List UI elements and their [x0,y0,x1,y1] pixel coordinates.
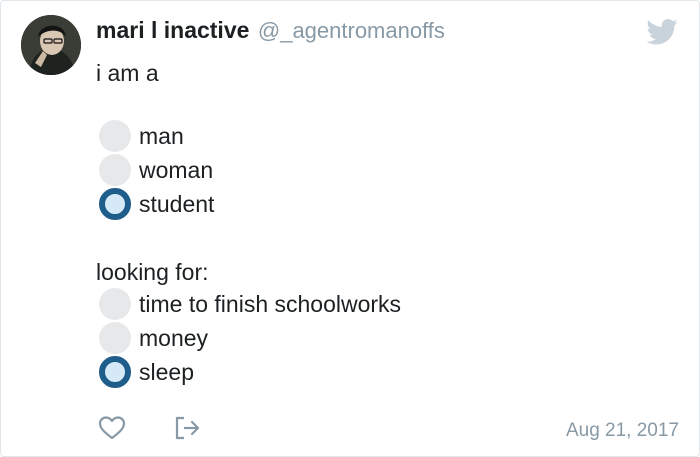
radio-unchecked-icon [99,120,131,152]
radio-unchecked-icon [99,322,131,354]
tweet-header: mari l inactive @_agentromanoffs [96,17,445,44]
tweet-card: mari l inactive @_agentromanoffs i am a … [0,0,700,457]
display-name[interactable]: mari l inactive [96,17,249,43]
poll-option-time: time to finish schoolworks [99,287,401,321]
avatar[interactable] [21,15,81,75]
poll-option-money: money [99,321,208,355]
radio-checked-icon [99,188,131,220]
option-label: woman [139,156,214,183]
option-label: man [139,122,184,149]
tweet-text-intro: i am a [96,60,159,86]
option-label: money [139,324,209,351]
twitter-bird-icon[interactable] [646,19,678,45]
user-handle[interactable]: @_agentromanoffs [258,18,445,43]
tweet-text-section: looking for: [96,259,209,285]
share-icon[interactable] [174,415,202,441]
radio-unchecked-icon [99,288,131,320]
tweet-date[interactable]: Aug 21, 2017 [566,420,679,442]
radio-checked-icon [99,356,131,388]
option-label: sleep [139,358,194,385]
radio-unchecked-icon [99,154,131,186]
poll-option-student: student [99,187,214,221]
option-label: time to finish schoolworks [139,290,402,317]
avatar-image [21,15,81,75]
heart-icon[interactable] [98,415,126,441]
poll-option-sleep: sleep [99,355,194,389]
poll-option-man: man [99,119,184,153]
option-label: student [139,190,215,217]
poll-option-woman: woman [99,153,213,187]
